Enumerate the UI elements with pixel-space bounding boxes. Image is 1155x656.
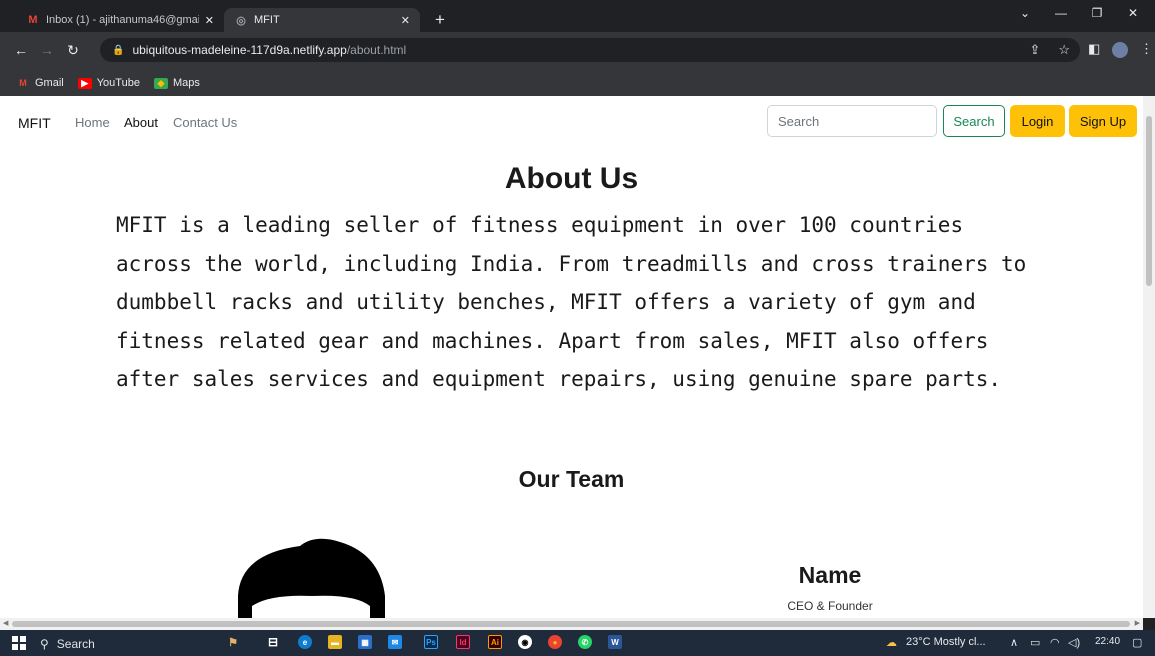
youtube-icon: ▶ (77, 77, 92, 89)
globe-icon: ◎ (236, 14, 246, 27)
profile-avatar-icon[interactable] (1112, 42, 1128, 58)
close-tab-icon[interactable]: ✕ (205, 14, 214, 27)
page-title: About Us (504, 162, 639, 195)
wifi-icon[interactable]: ◠ (1050, 636, 1060, 649)
maps-icon: ◆ (153, 77, 168, 89)
bookmarks-bar: M Gmail ▶ YouTube ◆ Maps (0, 70, 1155, 96)
nav-link-about[interactable]: About (124, 115, 158, 130)
clock-time[interactable]: 22:40 (1095, 636, 1120, 647)
weather-icon[interactable]: ☁ (886, 636, 897, 649)
app-circle-icon[interactable]: ◉ (518, 635, 532, 649)
signup-button[interactable]: Sign Up (1069, 105, 1137, 137)
file-explorer-icon[interactable]: ▬ (328, 635, 342, 649)
photoshop-icon[interactable]: Ps (424, 635, 438, 649)
search-button[interactable]: Search (943, 105, 1005, 137)
indesign-icon[interactable]: Id (456, 635, 470, 649)
bookmark-label: YouTube (96, 77, 140, 89)
close-window-icon[interactable]: ✕ (1118, 6, 1148, 20)
widget-character-icon[interactable]: ⚑ (212, 635, 254, 649)
minimize-icon[interactable]: — (1046, 6, 1076, 20)
site-navbar: MFIT Home About Contact Us Search Login … (0, 96, 1143, 148)
taskbar-search-label: Search (56, 636, 95, 651)
url-host: ubiquitous-madeleine-117d9a.netlify.app (132, 43, 347, 57)
mail-icon[interactable]: ✉ (388, 635, 402, 649)
tab-title: Inbox (1) - ajithanuma46@gmail. (46, 14, 199, 26)
about-paragraph: MFIT is a leading seller of fitness equi… (116, 213, 1027, 391)
vertical-scrollbar[interactable] (1143, 96, 1155, 618)
bookmark-label: Gmail (35, 77, 64, 89)
page-viewport: MFIT Home About Contact Us Search Login … (0, 96, 1155, 618)
word-icon[interactable]: W (608, 635, 622, 649)
search-icon: ⚲ (40, 636, 49, 651)
bookmark-youtube[interactable]: ▶ YouTube (77, 77, 140, 89)
chrome-icon[interactable]: ● (548, 635, 562, 649)
weather-text[interactable]: 23°C Mostly cl... (906, 636, 986, 648)
scroll-left-arrow-icon[interactable]: ◀ (3, 618, 8, 630)
sidebar-icon[interactable]: ◧ (1088, 41, 1100, 57)
gmail-icon: M (19, 78, 27, 88)
horizontal-scrollbar[interactable]: ◀ ▶ (0, 618, 1143, 630)
taskbar-search[interactable]: ⚲ Search (40, 634, 200, 653)
scrollbar-thumb[interactable] (1146, 116, 1152, 286)
volume-icon[interactable]: ◁) (1068, 636, 1080, 649)
share-icon[interactable]: ⇪ (1029, 42, 1040, 58)
bookmark-label: Maps (172, 77, 200, 89)
windows-start-icon[interactable] (12, 636, 26, 650)
browser-tab-bar: M Inbox (1) - ajithanuma46@gmail. ✕ ◎ MF… (0, 0, 1155, 32)
tab-mfit[interactable]: ◎ MFIT ✕ (224, 8, 420, 32)
search-input[interactable] (767, 105, 937, 137)
network-icon[interactable]: ▭ (1030, 636, 1040, 649)
brand-logo[interactable]: MFIT (18, 115, 51, 131)
close-tab-icon[interactable]: ✕ (401, 14, 410, 27)
browser-toolbar: ← → ↻ 🔒 ubiquitous-madeleine-117d9a.netl… (0, 32, 1155, 70)
edge-icon[interactable]: e (298, 635, 312, 649)
reload-icon[interactable]: ↻ (64, 41, 82, 59)
scroll-right-arrow-icon[interactable]: ▶ (1135, 618, 1140, 630)
scrollbar-thumb[interactable] (12, 621, 1130, 627)
team-member-avatar-image (238, 538, 385, 618)
tab-gmail-inbox[interactable]: M Inbox (1) - ajithanuma46@gmail. ✕ (16, 8, 224, 32)
lock-icon: 🔒 (112, 44, 125, 56)
tab-title: MFIT (254, 14, 280, 26)
bookmark-maps[interactable]: ◆ Maps (153, 77, 200, 89)
team-heading: Our Team (518, 466, 625, 492)
tray-chevron-icon[interactable]: ∧ (1010, 636, 1018, 649)
bookmark-star-icon[interactable]: ☆ (1058, 42, 1070, 58)
url-path: /about.html (346, 43, 407, 57)
back-icon[interactable]: ← (12, 41, 30, 59)
forward-icon[interactable]: → (38, 41, 56, 59)
nav-link-home[interactable]: Home (75, 115, 110, 130)
tab-search-chevron-icon[interactable]: ⌄ (1010, 6, 1040, 20)
store-icon[interactable]: ▦ (358, 635, 372, 649)
menu-kebab-icon[interactable]: ⋮ (1140, 41, 1153, 57)
address-bar[interactable]: 🔒 ubiquitous-madeleine-117d9a.netlify.ap… (100, 38, 1080, 62)
windows-taskbar: ⚲ Search ⚑ ⊟ e ▬ ▦ ✉ Ps Id Ai ◉ ● ✆ W ☁ … (0, 630, 1155, 656)
team-member-name: Name (798, 562, 862, 588)
login-button[interactable]: Login (1010, 105, 1065, 137)
illustrator-icon[interactable]: Ai (488, 635, 502, 649)
task-view-icon[interactable]: ⊟ (266, 635, 280, 649)
gmail-icon: M (28, 14, 38, 26)
whatsapp-icon[interactable]: ✆ (578, 635, 592, 649)
nav-link-contact[interactable]: Contact Us (173, 115, 237, 130)
team-member-role: CEO & Founder (787, 599, 873, 613)
new-tab-button[interactable]: + (428, 8, 452, 32)
notifications-icon[interactable]: ▢ (1132, 636, 1142, 649)
restore-icon[interactable]: ❐ (1082, 6, 1112, 20)
bookmark-gmail[interactable]: M Gmail (16, 77, 64, 89)
